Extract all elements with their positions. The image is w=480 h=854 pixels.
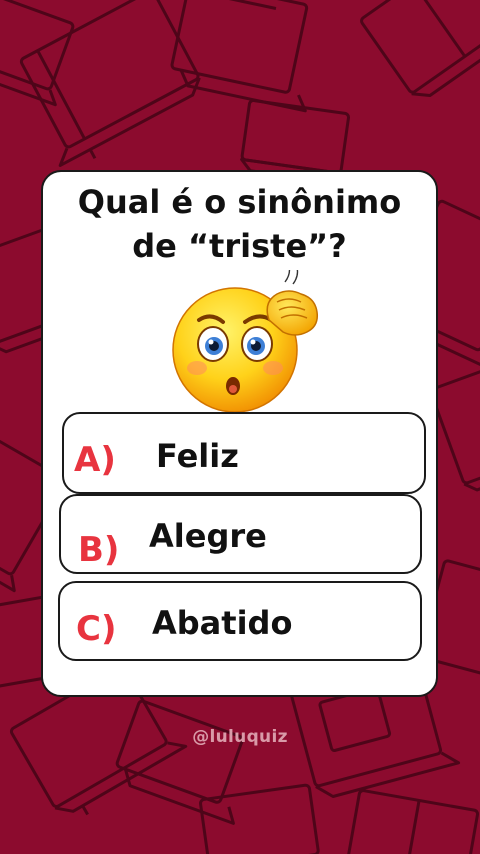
option-a-letter: A): [74, 440, 116, 480]
confused-thinking-face-icon: [172, 270, 319, 413]
question-title: Qual é o sinônimo de “triste”?: [43, 180, 436, 268]
option-c-text: Abatido: [152, 604, 293, 642]
option-b-letter: B): [78, 530, 120, 570]
question-line-2: de “triste”?: [132, 227, 347, 265]
option-a-button[interactable]: A) Feliz: [62, 412, 426, 494]
option-b-button[interactable]: B) Alegre: [59, 494, 422, 574]
option-c-letter: C): [76, 609, 117, 649]
creator-handle: @luluquiz: [192, 727, 288, 747]
option-c-button[interactable]: C) Abatido: [58, 581, 422, 661]
question-line-1: Qual é o sinônimo: [77, 183, 402, 221]
option-b-text: Alegre: [149, 517, 267, 555]
option-a-text: Feliz: [156, 437, 239, 475]
